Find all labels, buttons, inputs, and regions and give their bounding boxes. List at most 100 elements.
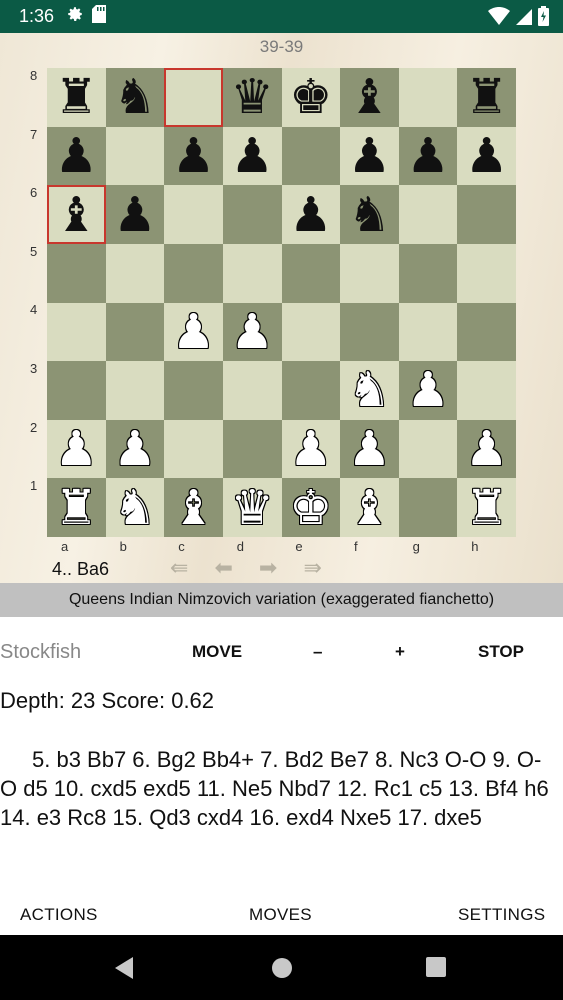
square-d7[interactable]: ♟ [222,126,282,186]
square-c3[interactable] [164,361,223,420]
black-rook-icon[interactable]: ♜ [47,68,106,127]
square-e1[interactable]: ♚ [281,478,341,537]
square-h1[interactable]: ♜ [457,478,516,537]
square-e5[interactable] [281,243,341,303]
square-h6[interactable] [457,185,516,244]
black-pawn-icon[interactable]: ♟ [399,127,458,186]
white-pawn-icon[interactable]: ♟ [106,420,165,479]
black-pawn-icon[interactable]: ♟ [340,127,399,186]
square-g3[interactable]: ♟ [398,361,458,420]
square-d8[interactable]: ♛ [222,68,282,127]
white-pawn-icon[interactable]: ♟ [457,420,516,479]
black-pawn-icon[interactable]: ♟ [223,127,282,186]
actions-button[interactable]: ACTIONS [20,905,98,925]
go-to-start-arrow-icon[interactable]: ⇚ [170,555,188,581]
square-f6[interactable]: ♞ [340,185,399,244]
square-a7[interactable]: ♟ [47,126,106,186]
square-h5[interactable] [457,243,516,303]
square-d3[interactable] [222,361,282,420]
moves-button[interactable]: MOVES [249,905,312,925]
square-e4[interactable] [281,302,341,362]
square-g2[interactable] [398,419,458,479]
square-e8[interactable]: ♚ [281,68,341,127]
home-circle-icon[interactable] [271,957,293,984]
white-knight-icon[interactable]: ♞ [340,361,399,420]
square-a5[interactable] [47,243,106,303]
square-e2[interactable]: ♟ [281,419,341,479]
square-d1[interactable]: ♛ [222,478,282,537]
white-pawn-icon[interactable]: ♟ [223,303,282,362]
square-b7[interactable] [105,126,165,186]
square-c5[interactable] [164,243,223,303]
move-button[interactable]: MOVE [192,642,242,662]
square-f1[interactable]: ♝ [340,478,399,537]
square-g5[interactable] [398,243,458,303]
square-c6[interactable] [164,185,223,244]
black-pawn-icon[interactable]: ♟ [164,127,223,186]
square-f8[interactable]: ♝ [340,68,399,127]
square-f3[interactable]: ♞ [340,361,399,420]
black-knight-icon[interactable]: ♞ [106,68,165,127]
square-b3[interactable] [105,361,165,420]
square-h2[interactable]: ♟ [457,419,516,479]
black-rook-icon[interactable]: ♜ [457,68,516,127]
white-pawn-icon[interactable]: ♟ [164,303,223,362]
white-knight-icon[interactable]: ♞ [106,478,165,537]
square-c2[interactable] [164,419,223,479]
square-g8[interactable] [398,68,458,127]
forward-arrow-icon[interactable]: ➡ [259,555,277,581]
white-rook-icon[interactable]: ♜ [47,478,106,537]
square-d4[interactable]: ♟ [222,302,282,362]
square-g4[interactable] [398,302,458,362]
white-bishop-icon[interactable]: ♝ [340,478,399,537]
black-knight-icon[interactable]: ♞ [340,185,399,244]
black-pawn-icon[interactable]: ♟ [282,185,341,244]
back-triangle-icon[interactable] [115,957,135,984]
stop-button[interactable]: STOP [478,642,524,662]
black-pawn-icon[interactable]: ♟ [106,185,165,244]
square-g6[interactable] [398,185,458,244]
square-a4[interactable] [47,302,106,362]
square-f4[interactable] [340,302,399,362]
white-queen-icon[interactable]: ♛ [223,478,282,537]
white-pawn-icon[interactable]: ♟ [399,361,458,420]
white-pawn-icon[interactable]: ♟ [340,420,399,479]
square-b6[interactable]: ♟ [105,185,165,244]
black-queen-icon[interactable]: ♛ [223,68,282,127]
settings-button[interactable]: SETTINGS [458,905,545,925]
black-bishop-icon[interactable]: ♝ [47,185,106,244]
square-c4[interactable]: ♟ [164,302,223,362]
square-d6[interactable] [222,185,282,244]
white-king-icon[interactable]: ♚ [282,478,341,537]
black-pawn-icon[interactable]: ♟ [47,127,106,186]
back-arrow-icon[interactable]: ⬅ [214,555,232,581]
square-a3[interactable] [47,361,106,420]
chess-board[interactable]: ♜ ♞ ♛ ♚ ♝ ♜ ♟ ♟ ♟ ♟ ♟ ♟ ♝ ♟ ♟ ♞ ♟ ♟ ♞ ♟ ♟ ♟ ♟ ♟ ♟ ♜ ♞ ♝ ♛ ♚ ♝ ♜ [47,68,516,537]
increase-button[interactable]: + [395,642,405,662]
go-to-end-arrow-icon[interactable]: ⇛ [303,555,321,581]
square-b8[interactable]: ♞ [105,68,165,127]
square-h3[interactable] [457,361,516,420]
square-a1[interactable]: ♜ [47,478,106,537]
square-h4[interactable] [457,302,516,362]
white-pawn-icon[interactable]: ♟ [47,420,106,479]
square-h8[interactable]: ♜ [457,68,516,127]
white-bishop-icon[interactable]: ♝ [164,478,223,537]
square-c8[interactable] [164,68,223,127]
square-b5[interactable] [105,243,165,303]
square-f2[interactable]: ♟ [340,419,399,479]
square-a6[interactable]: ♝ [47,185,106,244]
square-c7[interactable]: ♟ [164,126,223,186]
engine-name[interactable]: Stockfish [0,641,81,664]
square-e7[interactable] [281,126,341,186]
square-c1[interactable]: ♝ [164,478,223,537]
black-bishop-icon[interactable]: ♝ [340,68,399,127]
square-h7[interactable]: ♟ [457,126,516,186]
square-d2[interactable] [222,419,282,479]
recents-square-icon[interactable] [426,957,446,982]
square-d5[interactable] [222,243,282,303]
square-e3[interactable] [281,361,341,420]
square-f7[interactable]: ♟ [340,126,399,186]
square-a8[interactable]: ♜ [47,68,106,127]
square-a2[interactable]: ♟ [47,419,106,479]
